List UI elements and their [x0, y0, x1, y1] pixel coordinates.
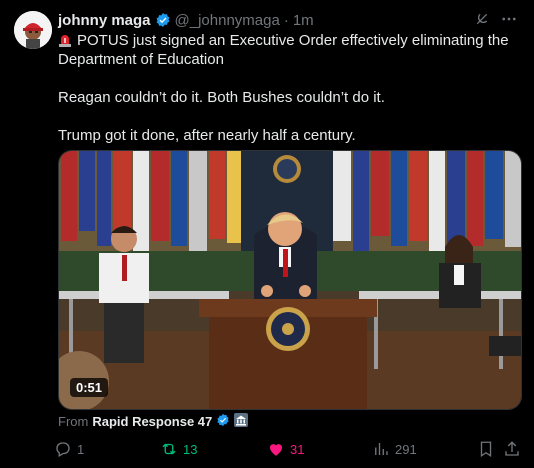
grok-icon[interactable]	[474, 11, 490, 27]
repost-icon	[160, 440, 178, 458]
like-icon	[267, 440, 285, 458]
video-player[interactable]: 0:51	[58, 150, 522, 410]
video-duration: 0:51	[70, 378, 109, 397]
source-name[interactable]: Rapid Response 47	[92, 414, 212, 429]
views-count: 291	[395, 441, 417, 457]
like-count: 31	[290, 441, 305, 457]
repost-count: 13	[183, 441, 198, 457]
reply-count: 1	[77, 441, 85, 457]
repost-button[interactable]: 13	[160, 438, 197, 460]
avatar[interactable]	[14, 11, 52, 49]
post-text: POTUS just signed an Executive Order eff…	[58, 31, 518, 145]
views-icon	[372, 440, 390, 458]
source-attribution: From Rapid Response 47	[58, 413, 249, 430]
reply-button[interactable]: 1	[54, 438, 84, 460]
action-bar: 1 13 31 291	[54, 438, 520, 460]
author-handle[interactable]: @_johnnymaga	[175, 12, 280, 29]
video-frame	[59, 151, 521, 409]
share-button[interactable]	[503, 438, 521, 460]
verified-badge-icon[interactable]	[155, 12, 171, 28]
post-line-3: Trump got it done, after nearly half a c…	[58, 127, 356, 144]
source-prefix: From	[58, 414, 89, 429]
reply-icon	[54, 440, 72, 458]
post-line-2: Reagan couldn’t do it. Both Bushes could…	[58, 89, 385, 106]
government-badge-icon	[234, 413, 249, 430]
share-icon	[503, 440, 521, 458]
post-header: johnny maga @_johnnymaga · 1m	[58, 10, 518, 30]
post-time[interactable]: 1m	[293, 12, 314, 29]
views-button[interactable]: 291	[372, 438, 417, 460]
author-name[interactable]: johnny maga	[58, 12, 151, 29]
bookmark-button[interactable]	[477, 438, 495, 460]
like-button[interactable]: 31	[267, 438, 304, 460]
bookmark-icon	[477, 440, 495, 458]
post-line-1: POTUS just signed an Executive Order eff…	[58, 32, 509, 68]
separator: ·	[283, 11, 289, 29]
verified-badge-icon	[216, 413, 230, 430]
more-icon[interactable]	[500, 10, 518, 28]
siren-emoji	[58, 33, 72, 47]
